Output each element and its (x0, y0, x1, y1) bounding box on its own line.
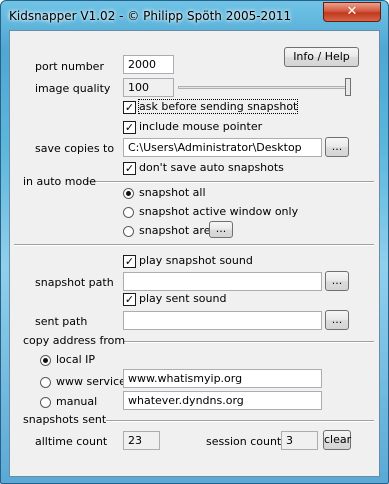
session-count-value: 3 (281, 431, 318, 450)
dialog-client: Info / Help port number 2000 image quali… (9, 30, 380, 477)
close-icon: ✕ (346, 4, 358, 19)
separator (14, 244, 374, 246)
manual-radio[interactable] (40, 397, 51, 408)
image-quality-input[interactable]: 100 (123, 78, 174, 97)
include-pointer-checkbox[interactable]: ✓ (123, 121, 136, 134)
port-number-label: port number (35, 60, 104, 73)
window-title: Kidsnapper V1.02 - © Philipp Spöth 2005-… (9, 9, 292, 23)
ask-before-checkbox[interactable]: ✓ (123, 101, 136, 114)
session-count-label: session count (206, 435, 282, 448)
dont-save-auto-checkbox[interactable]: ✓ (123, 162, 136, 175)
window-frame: Kidsnapper V1.02 - © Philipp Spöth 2005-… (0, 0, 389, 484)
auto-mode-label: in auto mode (23, 175, 96, 188)
separator (106, 420, 374, 422)
snapshot-path-browse-button[interactable]: ... (325, 271, 349, 291)
www-service-radio[interactable] (40, 377, 51, 388)
snapshots-sent-label: snapshots sent (23, 413, 107, 426)
sent-path-label: sent path (35, 315, 88, 328)
separator (86, 181, 374, 183)
manual-label: manual (56, 395, 98, 408)
play-sent-label: play sent sound (139, 292, 227, 305)
play-sent-checkbox[interactable]: ✓ (123, 293, 136, 306)
clear-button[interactable]: clear (323, 430, 351, 450)
play-snapshot-label: play snapshot sound (139, 254, 253, 267)
ask-before-label: ask before sending snapshot (137, 99, 299, 114)
alltime-count-value: 23 (123, 431, 160, 450)
snapshot-area-button[interactable]: ... (209, 221, 233, 238)
www-service-input[interactable]: www.whatismyip.org (123, 369, 322, 388)
separator (124, 341, 374, 343)
snapshot-area-radio[interactable] (123, 226, 134, 237)
info-help-button[interactable]: Info / Help (284, 47, 359, 67)
alltime-count-label: alltime count (35, 435, 108, 448)
snapshot-active-label: snapshot active window only (139, 205, 299, 218)
play-snapshot-checkbox[interactable]: ✓ (123, 255, 136, 268)
include-pointer-label: include mouse pointer (139, 120, 263, 133)
snapshot-path-label: snapshot path (35, 276, 114, 289)
www-service-label: www service (56, 375, 126, 388)
save-copies-label: save copies to (35, 142, 115, 155)
quality-slider-thumb[interactable] (345, 78, 351, 96)
port-number-input[interactable]: 2000 (123, 55, 174, 74)
snapshot-path-input[interactable] (123, 272, 322, 291)
save-copies-browse-button[interactable]: ... (325, 137, 349, 157)
save-copies-input[interactable]: C:\Users\Administrator\Desktop (123, 138, 322, 157)
dont-save-auto-label: don't save auto snapshots (139, 161, 284, 174)
snapshot-active-radio[interactable] (123, 207, 134, 218)
copy-address-label: copy address from (23, 334, 126, 347)
sent-path-input[interactable] (123, 311, 322, 330)
sent-path-browse-button[interactable]: ... (325, 310, 349, 330)
manual-input[interactable]: whatever.dyndns.org (123, 391, 322, 410)
title-bar[interactable]: Kidsnapper V1.02 - © Philipp Spöth 2005-… (9, 7, 309, 27)
snapshot-all-label: snapshot all (139, 186, 206, 199)
local-ip-radio[interactable] (40, 355, 51, 366)
image-quality-label: image quality (35, 82, 111, 95)
quality-slider-track[interactable] (178, 86, 349, 89)
close-button[interactable]: ✕ (323, 2, 381, 22)
snapshot-area-label: snapshot area (139, 224, 218, 237)
snapshot-all-radio[interactable] (123, 188, 134, 199)
local-ip-label: local IP (56, 353, 96, 366)
